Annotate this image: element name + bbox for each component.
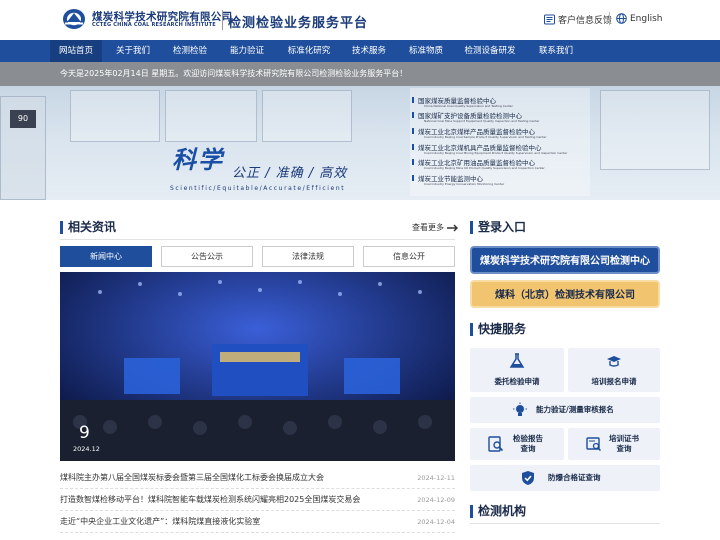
nav-item-reference-material[interactable]: 标准物质 <box>400 40 452 62</box>
institutions-section-title: 检测机构 <box>470 504 526 519</box>
news-date: 2024-12-04 <box>417 518 455 526</box>
nav-item-equipment-rd[interactable]: 检测设备研发 <box>458 40 522 62</box>
graduation-cap-icon <box>607 356 621 367</box>
certificate-search-icon <box>586 437 602 452</box>
banner-headline: 科学 <box>172 145 224 174</box>
globe-icon <box>616 13 627 24</box>
login-section-title: 登录入口 <box>470 220 526 235</box>
tab-announcements[interactable]: 公告公示 <box>161 246 253 267</box>
nav-item-home[interactable]: 网站首页 <box>50 40 102 62</box>
news-more-link[interactable]: 查看更多 <box>412 222 459 233</box>
center-name-en: National Coal Mine Support Equipment Qua… <box>424 119 540 123</box>
feedback-icon <box>544 14 555 25</box>
service-proficiency-registration[interactable]: 能力验证/测量审核报名 <box>470 397 660 423</box>
main-nav: 网站首页 关于我们 检测检验 能力验证 标准化研究 技术服务 标准物质 检测设备… <box>0 40 720 62</box>
service-label: 培训证书 查询 <box>609 434 639 453</box>
center-name-en: Coal Industry Beijing Coal Mining Equipm… <box>424 151 568 155</box>
top-header: 煤炭科学技术研究院有限公司 CCTEG CHINA COAL RESEARCH … <box>0 0 720 40</box>
center-name-en: Coal Industry Beijing Coal Sample Produc… <box>424 135 547 139</box>
services-section-title: 快捷服务 <box>470 322 526 337</box>
news-date: 2024-12-11 <box>417 474 455 482</box>
news-list-item[interactable]: 走近“中央企业工业文化遗产”：煤科院煤直接液化实验室 2024-12-04 <box>60 511 455 533</box>
report-search-icon <box>488 436 504 452</box>
nav-item-about[interactable]: 关于我们 <box>108 40 158 62</box>
platform-title: 检测检验业务服务平台 <box>228 16 369 31</box>
feature-day: 9 <box>79 423 90 443</box>
news-feature-image[interactable] <box>60 272 455 461</box>
nav-item-contact[interactable]: 联系我们 <box>530 40 582 62</box>
institutions-divider <box>470 523 660 524</box>
login-company-button[interactable]: 煤科（北京）检测技术有限公司 <box>470 280 660 308</box>
news-title: 走近“中央企业工业文化遗产”：煤科院煤直接液化实验室 <box>60 517 261 526</box>
nav-item-inspection[interactable]: 检测检验 <box>164 40 216 62</box>
news-divider <box>60 239 455 240</box>
news-title: 打造数智煤检移动平台！煤科院智能车载煤炭检测系统闪耀亮相2025全国煤炭交易会 <box>60 495 361 504</box>
language-label: English <box>630 13 663 24</box>
org-name-en: CCTEG CHINA COAL RESEARCH INSTITUTE <box>92 22 216 28</box>
feedback-link[interactable]: 客户信息反馈 <box>544 13 612 26</box>
lab-window-graphic <box>165 90 257 142</box>
news-title: 煤科院主办第八届全国煤炭标委会暨第三届全国煤化工标委会换届成立大会 <box>60 473 324 482</box>
service-label: 检验报告 查询 <box>513 434 543 453</box>
tab-laws-regulations[interactable]: 法律法规 <box>262 246 354 267</box>
feature-month: 2024.12 <box>73 445 100 453</box>
service-training-registration[interactable]: 培训报名申请 <box>568 348 660 392</box>
nav-item-tech-service[interactable]: 技术服务 <box>344 40 394 62</box>
language-switch[interactable]: English <box>616 13 663 24</box>
service-explosion-proof-query[interactable]: 防爆合格证查询 <box>470 465 660 491</box>
welcome-notice: 今天是2025年02月14日 星期五。欢迎访问煤炭科学技术研究院有限公司检测检验… <box>0 62 720 86</box>
tab-news-center[interactable]: 新闻中心 <box>60 246 152 267</box>
lab-window-graphic <box>262 90 352 142</box>
tab-information-disclosure[interactable]: 信息公开 <box>363 246 455 267</box>
nav-item-proficiency[interactable]: 能力验证 <box>221 40 273 62</box>
service-certificate-query[interactable]: 培训证书 查询 <box>568 428 660 460</box>
flask-icon <box>509 353 525 368</box>
service-label: 防爆合格证查询 <box>548 473 601 482</box>
conference-photo-graphic <box>60 272 455 461</box>
banner-slogan-en: Scientific/Equitable/Accurate/Efficient <box>170 185 346 192</box>
nav-item-standardization[interactable]: 标准化研究 <box>280 40 338 62</box>
news-section-title: 相关资讯 <box>60 220 116 235</box>
center-name-en: Coal Industry Energy Conservation Monito… <box>424 182 505 186</box>
service-label: 委托检验申请 <box>494 377 540 386</box>
lab-window-graphic <box>600 90 710 170</box>
login-center-button[interactable]: 煤炭科学技术研究院有限公司检测中心 <box>470 246 660 274</box>
logo-divider <box>222 10 223 30</box>
center-name-en: China National Coal Quality Supervision … <box>424 104 513 108</box>
banner-slogan: 公正 / 准确 / 高效 <box>232 166 348 181</box>
lab-window-graphic <box>70 90 160 142</box>
arrow-right-icon <box>447 224 458 231</box>
service-label: 能力验证/测量审核报名 <box>536 405 614 414</box>
feedback-label: 客户信息反馈 <box>558 16 613 26</box>
more-label: 查看更多 <box>412 223 444 232</box>
service-label: 培训报名申请 <box>591 377 637 386</box>
news-date: 2024-12-09 <box>417 496 455 504</box>
service-entrust-application[interactable]: 委托检验申请 <box>470 348 564 392</box>
service-report-query[interactable]: 检验报告 查询 <box>470 428 564 460</box>
news-list-item[interactable]: 打造数智煤检移动平台！煤科院智能车载煤炭检测系统闪耀亮相2025全国煤炭交易会 … <box>60 489 455 511</box>
hero-banner: 90 科学 公正 / 准确 / 高效 Scientific/Equitable/… <box>0 86 720 200</box>
header-divider <box>609 12 610 25</box>
cctec-logo-icon[interactable] <box>62 8 86 30</box>
lightbulb-icon <box>513 402 527 416</box>
equipment-display-graphic: 90 <box>10 110 36 128</box>
center-name-en: Coal Industry Beijing Mine Oil Product Q… <box>424 166 545 170</box>
shield-check-icon <box>522 471 534 485</box>
news-list-item[interactable]: 煤科院主办第八届全国煤炭标委会暨第三届全国煤化工标委会换届成立大会 2024-1… <box>60 467 455 489</box>
